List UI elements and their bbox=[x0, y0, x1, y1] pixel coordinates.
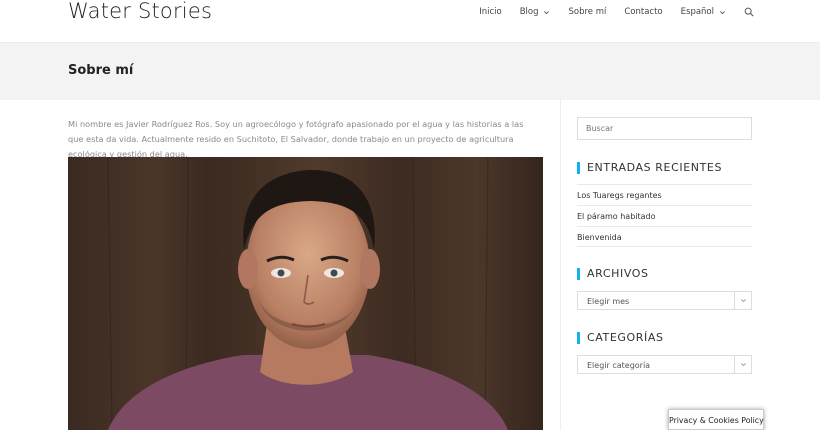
archives-title: ARCHIVOS bbox=[577, 267, 649, 280]
chevron-down-icon bbox=[741, 363, 746, 367]
categories-select-value: Elegir categoría bbox=[587, 361, 651, 370]
main-nav: Inicio Blog Sobre mí Contacto Español bbox=[461, 0, 754, 24]
categories-select[interactable]: Elegir categoría bbox=[577, 355, 752, 374]
nav-label: Blog bbox=[519, 7, 539, 17]
site-header: Water Stories Inicio Blog Sobre mí Conta… bbox=[0, 0, 820, 42]
sidebar-divider bbox=[560, 100, 561, 430]
nav-label: Inicio bbox=[479, 7, 502, 17]
archives-select-value: Elegir mes bbox=[587, 297, 630, 306]
recent-post-link[interactable]: Bienvenida bbox=[577, 226, 752, 247]
portrait-illustration bbox=[107, 157, 508, 430]
categories-select-toggle[interactable] bbox=[734, 356, 751, 373]
nav-label: Sobre mí bbox=[568, 7, 607, 17]
portrait-photo bbox=[68, 157, 543, 430]
site-logo[interactable]: Water Stories bbox=[68, 0, 212, 23]
recent-post-link[interactable]: El páramo habitado bbox=[577, 205, 752, 226]
archives-select[interactable]: Elegir mes bbox=[577, 291, 752, 310]
recent-post-link[interactable]: Los Tuaregs regantes bbox=[577, 184, 752, 205]
page-header-band: Sobre mí bbox=[0, 42, 820, 100]
chevron-down-icon bbox=[720, 10, 725, 14]
sidebar-search-input[interactable] bbox=[577, 117, 752, 140]
chevron-down-icon bbox=[741, 299, 746, 303]
archives-select-toggle[interactable] bbox=[734, 292, 751, 309]
recent-posts-list: Los Tuaregs regantes El páramo habitado … bbox=[577, 184, 752, 247]
recent-posts-title: ENTRADAS RECIENTES bbox=[577, 161, 722, 174]
page-title: Sobre mí bbox=[68, 63, 134, 78]
nav-item-contacto[interactable]: Contacto bbox=[624, 7, 662, 17]
nav-item-blog[interactable]: Blog bbox=[520, 7, 551, 17]
nav-label: Español bbox=[680, 7, 714, 17]
categories-title: CATEGORÍAS bbox=[577, 331, 664, 344]
nav-item-language[interactable]: Español bbox=[681, 7, 726, 17]
search-icon[interactable] bbox=[744, 7, 754, 17]
nav-item-sobre-mi[interactable]: Sobre mí bbox=[568, 7, 606, 17]
nav-label: Contacto bbox=[624, 7, 663, 17]
chevron-down-icon bbox=[544, 10, 550, 14]
nav-item-inicio[interactable]: Inicio bbox=[479, 7, 502, 17]
intro-paragraph: Mi nombre es Javier Rodríguez Ros. Soy u… bbox=[68, 119, 524, 159]
privacy-cookies-button[interactable]: Privacy & Cookies Policy bbox=[668, 409, 764, 430]
